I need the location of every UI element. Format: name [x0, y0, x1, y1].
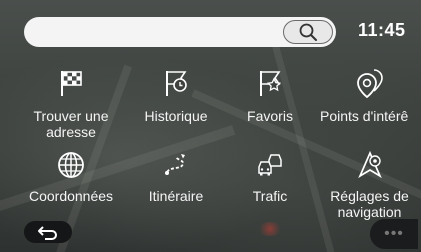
navigation-settings-icon: [357, 150, 382, 179]
map-position-marker: [257, 222, 283, 236]
menu-item-navigation-settings[interactable]: Réglages de navigation: [318, 148, 421, 222]
menu-item-label: Réglages de navigation: [330, 188, 409, 220]
route-icon: [165, 154, 185, 175]
back-arrow-icon: [38, 226, 57, 240]
more-icon: •••: [384, 225, 404, 242]
menu-item-label: Favoris: [247, 108, 293, 124]
menu-item-history[interactable]: Historique: [126, 66, 226, 126]
menu-item-points-of-interest[interactable]: Points d'intérê: [318, 66, 421, 126]
search-icon: [299, 23, 317, 41]
more-button[interactable]: •••: [370, 219, 418, 249]
menu-item-label: Historique: [144, 108, 208, 124]
history-flag-icon: [166, 71, 187, 96]
favorite-flag-icon: [260, 71, 282, 96]
menu-item-find-address[interactable]: Trouver une adresse: [18, 66, 124, 142]
clock: 11:45: [358, 20, 406, 40]
menu-item-label: Coordonnées: [28, 188, 114, 204]
search-input[interactable]: [24, 17, 336, 47]
back-button[interactable]: [24, 221, 72, 243]
navigation-menu-screen: 11:45 Trouver une adresse Historique Fav…: [0, 0, 421, 252]
menu-item-route[interactable]: Itinéraire: [126, 148, 226, 208]
checkered-flag-icon: [61, 71, 82, 96]
menu-item-label: Trafic: [252, 188, 288, 204]
menu-item-favorites[interactable]: Favoris: [230, 66, 310, 126]
menu-item-label: Points d'intérê: [320, 108, 409, 124]
menu-item-coordinates[interactable]: Coordonnées: [18, 148, 124, 208]
search-button[interactable]: [283, 20, 333, 44]
menu-item-label: Itinéraire: [148, 188, 204, 204]
points-of-interest-icon: [356, 69, 383, 99]
menu-item-traffic[interactable]: Trafic: [230, 148, 310, 208]
menu-item-label: Trouver une adresse: [33, 108, 109, 140]
globe-icon: [58, 152, 84, 178]
traffic-cars-icon: [258, 154, 282, 176]
